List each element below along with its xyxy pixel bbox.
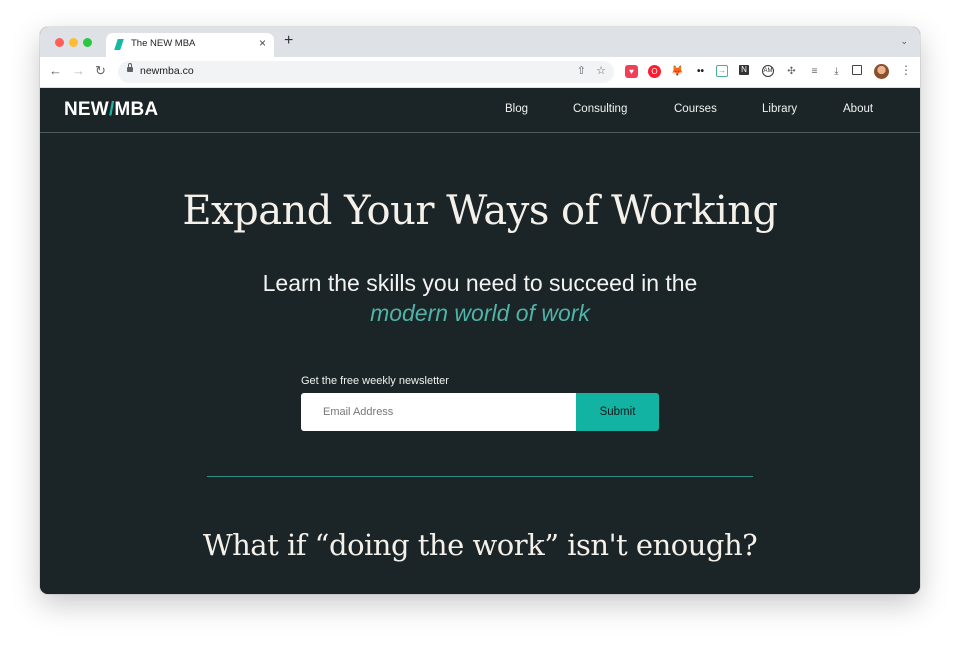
lock-icon[interactable] (127, 63, 133, 72)
close-window-button[interactable] (55, 38, 64, 47)
forward-button[interactable]: → (72, 64, 85, 78)
hero-title: Expand Your Ways of Working (182, 188, 778, 234)
dots-extension-icon[interactable]: •• (694, 65, 707, 78)
browser-toolbar: ← → ↻ newmba.co ⇧ ☆ ♥ O 🦊 •• → N AM ✣ ≡ … (40, 57, 920, 88)
tab-search-chevron-icon[interactable]: ⌄ (900, 36, 908, 47)
metamask-icon[interactable]: 🦊 (671, 65, 684, 78)
nav-link-library[interactable]: Library (762, 103, 797, 115)
nav-link-consulting[interactable]: Consulting (573, 103, 627, 115)
arrow-box-icon[interactable]: → (716, 65, 728, 77)
side-panel-icon[interactable] (852, 65, 862, 75)
minimize-window-button[interactable] (69, 38, 78, 47)
submit-button[interactable]: Submit (576, 393, 659, 431)
address-bar[interactable]: newmba.co ⇧ ☆ (118, 61, 614, 83)
hero-subtitle-accent: modern world of work (370, 300, 590, 326)
nav-link-courses[interactable]: Courses (674, 103, 717, 115)
back-button[interactable]: ← (49, 64, 62, 78)
logo-text-new: NEW (64, 99, 109, 120)
tab-newmba[interactable]: The NEW MBA × (106, 33, 274, 57)
nav-link-blog[interactable]: Blog (505, 103, 528, 115)
share-icon[interactable]: ⇧ (577, 64, 586, 77)
hero-subtitle: Learn the skills you need to succeed in … (262, 270, 698, 296)
newmba-favicon-icon (114, 39, 124, 50)
reading-list-icon[interactable]: ≡ (808, 65, 821, 78)
puzzle-icon[interactable]: ✣ (785, 65, 798, 78)
section-divider (207, 476, 753, 477)
profile-avatar[interactable] (874, 64, 889, 79)
section-title: What if “doing the work” isn't enough? (202, 528, 758, 562)
newsletter-label: Get the free weekly newsletter (301, 375, 449, 387)
site-header: NEW/MBA Blog Consulting Courses Library … (40, 88, 920, 133)
download-icon[interactable]: ⤓ (830, 65, 843, 78)
web-page: NEW/MBA Blog Consulting Courses Library … (40, 88, 920, 594)
reload-button[interactable]: ↻ (95, 64, 106, 78)
site-logo[interactable]: NEW/MBA (64, 99, 158, 121)
browser-window: The NEW MBA × + ⌄ ← → ↻ newmba.co ⇧ ☆ ♥ … (40, 27, 920, 594)
maximize-window-button[interactable] (83, 38, 92, 47)
nav-link-about[interactable]: About (843, 103, 873, 115)
opera-icon[interactable]: O (648, 65, 661, 78)
circle-extension-icon[interactable]: AM (762, 65, 774, 77)
tab-title: The NEW MBA (131, 38, 196, 49)
menu-kebab-icon[interactable]: ⋮ (900, 63, 912, 77)
pocket-icon[interactable]: ♥ (625, 65, 638, 78)
bookmark-star-icon[interactable]: ☆ (596, 64, 606, 77)
tab-strip: The NEW MBA × + ⌄ (40, 27, 920, 57)
tab-close-icon[interactable]: × (259, 36, 266, 50)
new-tab-button[interactable]: + (284, 32, 293, 50)
url-text[interactable]: newmba.co (140, 65, 194, 77)
logo-text-mba: MBA (114, 99, 159, 120)
email-input[interactable] (301, 393, 598, 431)
notion-icon[interactable]: N (739, 65, 749, 75)
